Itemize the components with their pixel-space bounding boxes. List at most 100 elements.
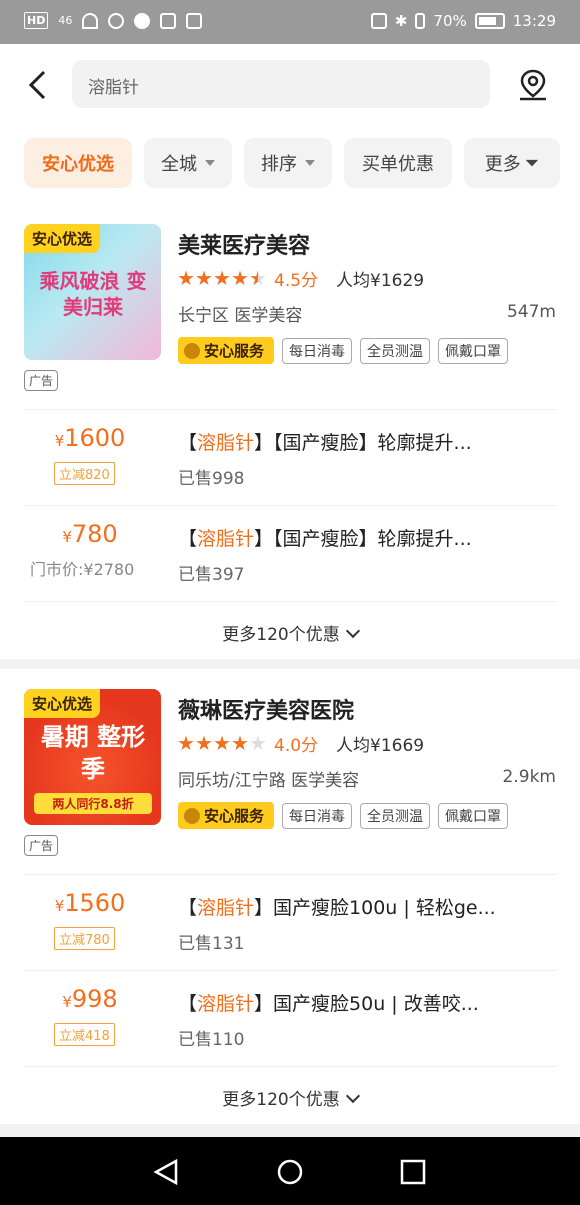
funnel-icon: ⏷ — [524, 152, 540, 174]
location-pin-icon[interactable] — [516, 68, 550, 102]
wifi-icon — [82, 12, 99, 29]
deal-title-rest: 】国产瘦脸100u | 轻松ge... — [254, 897, 496, 919]
deal-price: ¥1560 — [24, 889, 156, 917]
sold-count: 已售998 — [178, 469, 245, 489]
score: 4.5分 — [274, 271, 319, 291]
filter-label: 安心优选 — [42, 154, 114, 175]
price-value: 1600 — [64, 424, 126, 452]
more-label: 更多120个优惠 — [222, 1090, 340, 1110]
badge: 全员测温 — [360, 337, 431, 364]
star-icon — [178, 270, 194, 286]
bluetooth-icon: ✱ — [394, 12, 408, 30]
deal-title: 【溶脂针】【国产瘦脸】轮廓提升... — [178, 428, 548, 455]
back-triangle-icon[interactable] — [152, 1159, 180, 1185]
star-icon — [214, 735, 230, 751]
badge-row: 安心服务 每日消毒 全员测温 佩戴口罩 — [178, 337, 509, 364]
service-label: 安心服务 — [204, 807, 265, 825]
shop-name[interactable]: 美莱医疗美容 — [178, 228, 310, 260]
filter-bar: 安心优选 全城 排序 买单优惠 更多 ⏷ — [24, 138, 580, 190]
home-circle-icon[interactable] — [276, 1159, 304, 1185]
hand-icon — [186, 12, 203, 29]
badge: 每日消毒 — [282, 802, 353, 829]
discount-tag: 立减418 — [54, 1023, 115, 1046]
recents-square-icon[interactable] — [400, 1159, 426, 1185]
service-label: 安心服务 — [204, 342, 265, 360]
sold-count: 已售397 — [178, 565, 245, 585]
deal-title: 【溶脂针】国产瘦脸50u | 改善咬... — [178, 989, 548, 1016]
star-icon — [232, 270, 248, 286]
deal-item[interactable]: ¥1600 立减820 【溶脂针】【国产瘦脸】轮廓提升... 已售998 — [24, 409, 556, 505]
ad-label: 广告 — [24, 835, 59, 856]
half-star-icon — [250, 270, 266, 286]
back-arrow-icon[interactable] — [26, 70, 50, 100]
rating-row: 4.5分 人均¥1629 — [178, 266, 424, 291]
search-input[interactable]: 溶脂针 — [72, 60, 490, 108]
avg-price: 人均¥1629 — [336, 271, 425, 291]
keyword-highlight: 溶脂针 — [197, 432, 255, 454]
keyword-highlight: 溶脂针 — [197, 528, 255, 550]
star-icon — [196, 270, 212, 286]
hd-icon: HD — [24, 12, 49, 29]
nfc-icon — [370, 13, 387, 29]
network-signal: 46 — [58, 14, 73, 27]
bracket: 【 — [178, 432, 198, 454]
star-icon — [178, 735, 194, 751]
price-value: 1560 — [64, 889, 126, 917]
battery-percent: 70% — [433, 12, 467, 30]
thumbnail-text: 暑期 整形季 — [40, 723, 146, 783]
section-divider — [0, 1124, 580, 1137]
badge-row: 安心服务 每日消毒 全员测温 佩戴口罩 — [178, 802, 509, 829]
ad-label: 广告 — [24, 370, 59, 391]
shop-card[interactable]: 安心优选 乘风破浪 变美归莱 广告 美莱医疗美容 4.5分 人均¥1629 长宁… — [0, 224, 580, 660]
filter-city[interactable]: 全城 — [144, 138, 232, 188]
eye-icon — [108, 12, 125, 29]
filter-label: 全城 — [161, 154, 197, 175]
deal-price: ¥780 — [24, 520, 156, 548]
deal-item[interactable]: ¥1560 立减780 【溶脂针】国产瘦脸100u | 轻松ge... 已售13… — [24, 874, 556, 970]
chevron-down-icon — [345, 1088, 360, 1104]
star-rating — [178, 270, 266, 287]
shop-name[interactable]: 薇琳医疗美容医院 — [178, 693, 354, 725]
star-icon — [232, 735, 248, 751]
shop-area: 同乐坊/江宁路 医学美容 — [178, 771, 360, 791]
deal-price: ¥998 — [24, 985, 156, 1013]
service-badge: 安心服务 — [178, 802, 275, 829]
status-bar: HD 46 ✱ 70% 13:29 — [0, 0, 580, 44]
star-icon — [214, 270, 230, 286]
price-value: 998 — [71, 985, 118, 1013]
discount-tag: 立减820 — [54, 462, 115, 485]
heart-shield-icon — [184, 807, 200, 824]
filter-label: 更多 — [484, 154, 521, 175]
filter-pay-discount[interactable]: 买单优惠 — [344, 138, 452, 188]
deal-price: ¥1600 — [24, 424, 156, 452]
deal-title-rest: 】【国产瘦脸】轮廓提升... — [254, 528, 472, 550]
chat-icon — [134, 12, 151, 29]
shop-thumbnail[interactable]: 安心优选 暑期 整形季 两人同行8.8折 — [24, 689, 161, 825]
vibrate-icon — [415, 13, 426, 29]
chevron-down-icon — [345, 623, 360, 639]
distance: 2.9km — [502, 767, 556, 787]
more-deals-button[interactable]: 更多120个优惠 — [0, 620, 580, 645]
shop-area: 长宁区 医学美容 — [178, 306, 303, 326]
divider — [24, 1066, 556, 1067]
service-badge: 安心服务 — [178, 337, 275, 364]
star-rating — [178, 735, 266, 752]
dropdown-icon — [205, 160, 215, 166]
discount-tag: 立减780 — [54, 927, 115, 950]
heart-shield-icon — [184, 342, 200, 359]
filter-more[interactable]: 更多 ⏷ — [464, 138, 560, 188]
search-header: 溶脂针 — [0, 44, 580, 126]
currency: ¥ — [54, 432, 65, 450]
filter-sort[interactable]: 排序 — [244, 138, 332, 188]
section-divider — [0, 659, 580, 669]
filter-label: 排序 — [261, 154, 297, 175]
dropdown-icon — [305, 160, 315, 166]
deal-item[interactable]: ¥780 门市价:¥2780 【溶脂针】【国产瘦脸】轮廓提升... 已售397 — [24, 505, 556, 601]
deal-title-rest: 】国产瘦脸50u | 改善咬... — [254, 993, 479, 1015]
hexagon-icon — [160, 12, 177, 29]
filter-anxin[interactable]: 安心优选 — [24, 138, 132, 188]
more-deals-button[interactable]: 更多120个优惠 — [0, 1085, 580, 1110]
shop-thumbnail[interactable]: 安心优选 乘风破浪 变美归莱 — [24, 224, 161, 360]
shop-card[interactable]: 安心优选 暑期 整形季 两人同行8.8折 广告 薇琳医疗美容医院 4.0分 人均… — [0, 689, 580, 1125]
deal-item[interactable]: ¥998 立减418 【溶脂针】国产瘦脸50u | 改善咬... 已售110 — [24, 970, 556, 1066]
